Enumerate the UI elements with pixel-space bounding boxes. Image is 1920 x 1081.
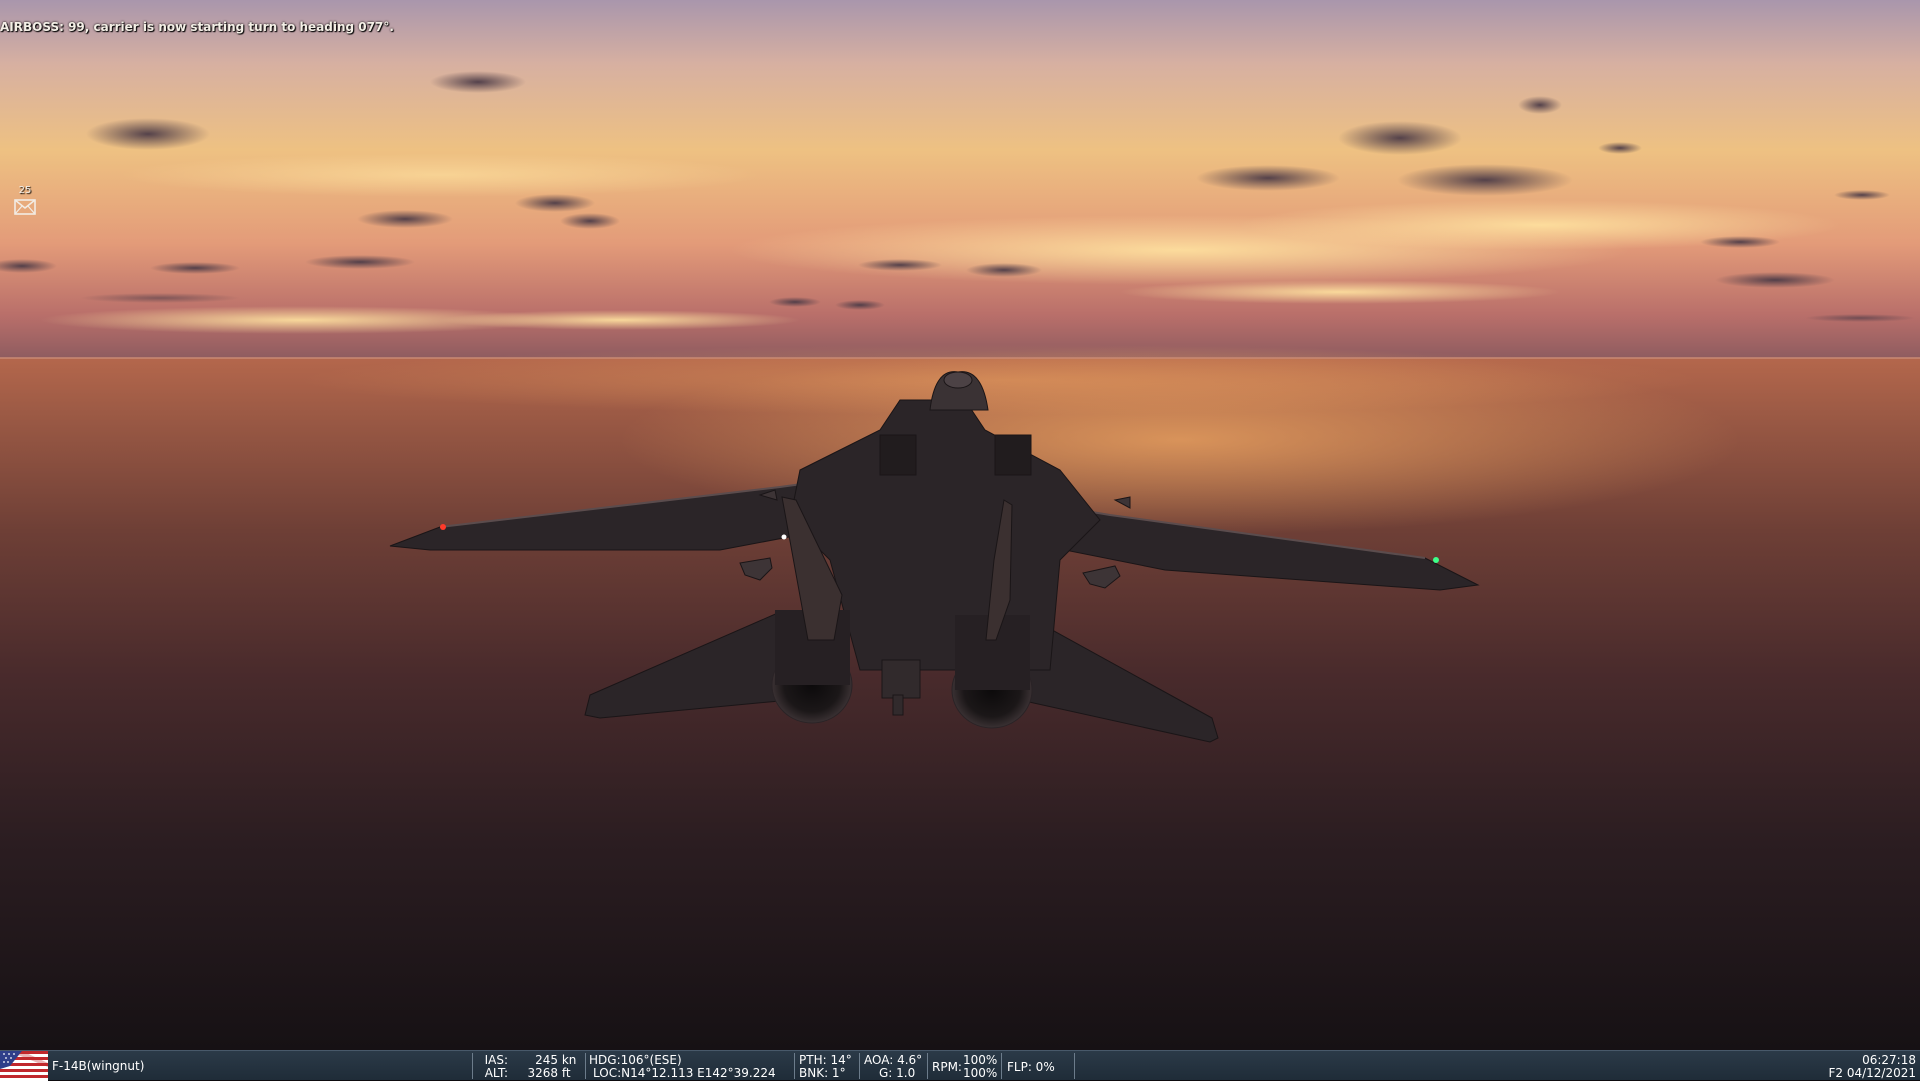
cloud <box>1196 165 1340 191</box>
cloud <box>1805 314 1915 322</box>
cloud <box>80 293 240 303</box>
bank-value: BNK: 1° <box>799 1066 846 1080</box>
flaps-readout: FLP: 0% <box>1007 1051 1077 1081</box>
separator <box>794 1053 795 1079</box>
speed-altitude-readout: IAS: 245 kn ALT: 3268 ft <box>474 1051 586 1081</box>
rpm-readout: RPM: 100% 100% <box>932 1051 1002 1081</box>
game-viewport[interactable]: AIRBOSS: 99, carrier is now starting tur… <box>0 0 1920 1050</box>
ias-unit: kn <box>561 1053 577 1067</box>
aircraft-name: F-14B(wingnut) <box>52 1059 145 1073</box>
date-value: F2 04/12/2021 <box>1828 1066 1916 1080</box>
separator <box>1001 1053 1002 1079</box>
cloud <box>1397 164 1573 196</box>
status-bar: F-14B(wingnut) IAS: 245 kn ALT: 3268 ft HD… <box>0 1050 1920 1081</box>
nav-light-right <box>1433 557 1439 563</box>
envelope-icon[interactable] <box>14 199 36 215</box>
cloud-glow <box>120 153 760 197</box>
scene-render <box>0 0 1920 1050</box>
cloud <box>86 118 210 150</box>
formation-light <box>781 534 787 540</box>
rpm-right-value: 100% <box>963 1066 998 1080</box>
separator <box>859 1053 860 1079</box>
cloud <box>1598 142 1642 154</box>
separator <box>927 1053 928 1079</box>
mission-clock: 06:27:18 F2 04/12/2021 <box>1828 1051 1916 1080</box>
cloud <box>305 255 415 269</box>
cloud <box>1700 236 1780 248</box>
cloud <box>1338 121 1462 155</box>
cloud <box>769 297 821 307</box>
cloud <box>560 213 620 229</box>
attitude-readout: PTH: 14° BNK: 1° <box>799 1051 859 1081</box>
cloud-glow <box>440 310 800 330</box>
heading-location-readout: HDG:106°(ESE) LOC:N14°12.113 E142°39.224 <box>589 1051 789 1081</box>
aoa-g-readout: AOA: 4.6° G: 1.0 <box>864 1051 928 1081</box>
cloud <box>858 259 942 271</box>
alt-unit: ft <box>561 1066 571 1080</box>
location-value: LOC:N14°12.113 E142°39.224 <box>593 1066 776 1080</box>
us-flag-icon <box>0 1051 48 1081</box>
flaps-value: FLP: 0% <box>1007 1060 1055 1074</box>
message-indicator[interactable]: 25 <box>12 185 38 215</box>
cloud <box>966 263 1042 277</box>
cloud <box>835 300 885 310</box>
separator <box>1074 1053 1075 1079</box>
cloud <box>150 262 240 274</box>
cloud <box>1715 272 1835 288</box>
rpm-label: RPM: <box>932 1060 962 1074</box>
cloud <box>515 194 595 212</box>
alt-value: 3268 <box>527 1066 558 1080</box>
message-count: 25 <box>18 185 32 196</box>
g-value: G: 1.0 <box>879 1066 916 1080</box>
separator <box>585 1053 586 1079</box>
alt-label: ALT: <box>484 1066 508 1080</box>
separator <box>472 1053 473 1079</box>
cloud <box>357 210 453 228</box>
nav-light-left <box>440 524 446 530</box>
cloud <box>1518 96 1562 114</box>
cloud <box>1834 190 1890 200</box>
hud-message: AIRBOSS: 99, carrier is now starting tur… <box>0 20 394 34</box>
cloud-glow <box>1120 280 1560 304</box>
cloud <box>430 71 526 93</box>
sun-reflection <box>300 345 1700 415</box>
